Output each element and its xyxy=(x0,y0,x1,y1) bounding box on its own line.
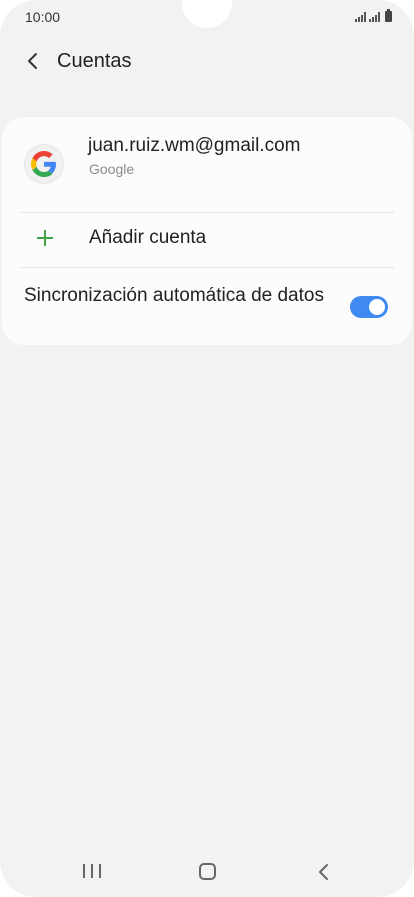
google-logo-icon xyxy=(24,144,64,184)
camera-notch xyxy=(182,0,232,28)
home-icon[interactable] xyxy=(199,863,216,880)
add-account-button[interactable]: Añadir cuenta xyxy=(2,213,412,267)
app-header: Cuentas xyxy=(0,40,414,84)
back-button[interactable] xyxy=(18,46,48,76)
system-nav-bar xyxy=(0,850,414,894)
auto-sync-label: Sincronización automática de datos xyxy=(24,285,324,306)
status-time: 10:00 xyxy=(25,9,61,25)
account-email: juan.ruiz.wm@gmail.com xyxy=(88,135,301,156)
battery-icon xyxy=(385,9,392,22)
auto-sync-row[interactable]: Sincronización automática de datos xyxy=(2,268,412,345)
chevron-left-icon xyxy=(28,53,37,69)
recent-apps-icon[interactable] xyxy=(83,864,101,880)
plus-icon xyxy=(35,228,55,248)
status-bar: 10:00 xyxy=(0,0,414,34)
toggle-knob xyxy=(367,297,387,317)
phone-screen: 10:00 Cuentas juan.ruiz.wm@gmail.com Goo… xyxy=(0,0,414,897)
page-title: Cuentas xyxy=(57,50,132,72)
account-row-google[interactable]: juan.ruiz.wm@gmail.com Google xyxy=(2,117,412,212)
status-icons xyxy=(355,9,392,22)
signal-icon xyxy=(369,12,380,22)
accounts-card: juan.ruiz.wm@gmail.com Google Añadir cue… xyxy=(2,117,412,345)
signal-icon xyxy=(355,12,366,22)
back-icon[interactable] xyxy=(314,862,334,882)
add-account-label: Añadir cuenta xyxy=(89,227,207,248)
account-provider: Google xyxy=(89,161,135,177)
auto-sync-toggle[interactable] xyxy=(350,296,388,318)
